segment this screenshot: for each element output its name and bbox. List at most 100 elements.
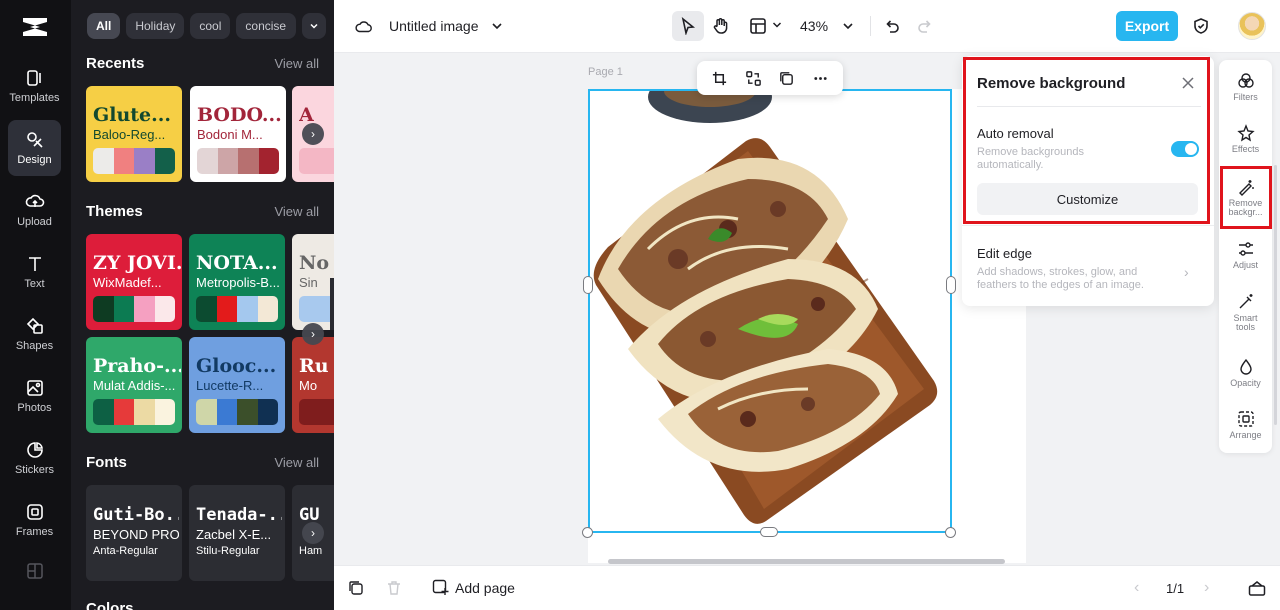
swatch [113, 399, 134, 425]
chip-cool[interactable]: cool [190, 13, 231, 39]
color-swatches [299, 148, 334, 174]
document-title[interactable]: Untitled image [389, 18, 479, 34]
swatch [93, 296, 114, 322]
avatar[interactable] [1238, 12, 1266, 40]
photos-icon [26, 380, 43, 396]
right-scrollbar[interactable] [1274, 165, 1277, 425]
filters-tool[interactable]: Filters [1219, 72, 1272, 102]
themes-card[interactable]: Glooc... Lucette-R... [189, 337, 285, 433]
rail-stickers[interactable]: Stickers [8, 430, 61, 486]
effects-icon [1236, 124, 1255, 142]
page-counter: 1/1 [1166, 581, 1185, 596]
hand-tool-button[interactable] [710, 15, 732, 37]
more-icon[interactable] [812, 70, 829, 87]
chip-holiday[interactable]: Holiday [126, 13, 185, 39]
undo-icon [886, 20, 899, 33]
swatch [93, 399, 114, 425]
fonts-card[interactable]: Guti-Bo... BEYOND PRO... Anta-Regular [86, 485, 182, 581]
rail-label: Frames [15, 526, 54, 538]
card-title: Glute... [93, 104, 171, 126]
rail-templates[interactable]: Templates [8, 58, 61, 114]
themes-card[interactable]: NOTA... Metropolis-B... [189, 234, 285, 330]
next-page-icon[interactable]: › [1204, 579, 1209, 597]
swatch [196, 296, 217, 322]
tool-label: Effects [1231, 144, 1260, 154]
duplicate-page-icon[interactable] [348, 580, 364, 596]
resize-handle-bottom[interactable] [760, 527, 778, 537]
font-sample-text: Anta-Regular [93, 545, 158, 557]
grid-icon[interactable] [27, 563, 43, 579]
fonts-card[interactable]: Tenada-... Zacbel X-E... Stilu-Regular [189, 485, 285, 581]
card-subtitle: WixMadef... [93, 275, 162, 290]
rail-text[interactable]: Text [8, 244, 61, 300]
arrange-tool[interactable]: Arrange [1219, 410, 1272, 440]
pages-panel-icon[interactable] [1248, 580, 1266, 596]
themes-title: Themes [86, 203, 143, 220]
rail-shapes[interactable]: Shapes [8, 306, 61, 362]
chevron-right-icon[interactable]: › [1184, 264, 1189, 280]
themes-card[interactable]: No Sin [292, 234, 334, 330]
zoom-level[interactable]: 43% [800, 18, 828, 34]
adjust-tool[interactable]: Adjust [1219, 240, 1272, 270]
themes-next-arrow[interactable]: › [302, 323, 324, 345]
hand-icon [713, 18, 728, 34]
swatch [154, 296, 175, 322]
rail-frames[interactable]: Frames [8, 492, 61, 548]
replace-icon[interactable] [745, 70, 762, 87]
capcut-logo-icon[interactable] [20, 14, 50, 40]
chevron-down-icon [310, 23, 318, 29]
resize-handle-right[interactable] [946, 276, 956, 294]
recents-view-all[interactable]: View all [274, 56, 319, 71]
trash-icon[interactable] [386, 580, 402, 596]
crop-icon[interactable] [711, 70, 728, 87]
effects-tool[interactable]: Effects [1219, 124, 1272, 154]
themes-view-all[interactable]: View all [274, 204, 319, 219]
resize-handle-bl[interactable] [582, 527, 593, 538]
cloud-save-icon[interactable] [354, 17, 374, 37]
swatch [299, 148, 334, 174]
rail-label: Design [17, 154, 52, 166]
themes-card[interactable]: ZY JOVI...WixMadef... [86, 234, 182, 330]
duplicate-icon[interactable] [778, 70, 795, 87]
chevron-down-icon[interactable] [489, 18, 505, 34]
rail-upload[interactable]: Upload [8, 182, 61, 238]
recents-next-arrow[interactable]: › [302, 123, 324, 145]
chevron-down-icon[interactable] [771, 19, 783, 31]
rail-label: Photos [17, 402, 52, 414]
themes-card[interactable]: Ru Mo [292, 337, 334, 433]
chip-concise[interactable]: concise [236, 13, 297, 39]
layout-button[interactable] [747, 15, 769, 37]
right-tool-rail: Filters Effects Remove backgr... Adjust … [1219, 60, 1272, 453]
templates-icon [26, 70, 41, 86]
selection-box[interactable] [588, 89, 952, 533]
recents-card[interactable]: Glute... Baloo-Reg... [86, 86, 182, 182]
add-page-button[interactable]: Add page [432, 579, 515, 596]
undo-button[interactable] [882, 16, 902, 36]
fonts-next-arrow[interactable]: › [302, 522, 324, 544]
edit-edge-label[interactable]: Edit edge [977, 246, 1032, 261]
rail-design[interactable]: Design [8, 120, 61, 176]
redo-button[interactable] [915, 16, 935, 36]
resize-handle-left[interactable] [583, 276, 593, 294]
card-title: No [299, 252, 330, 274]
swatch [217, 148, 238, 174]
resize-handle-br[interactable] [945, 527, 956, 538]
filter-chips: All Holiday cool concise [87, 13, 327, 39]
opacity-tool[interactable]: Opacity [1219, 358, 1272, 388]
chips-more-button[interactable] [302, 13, 327, 39]
font-sample-text: Tenada-... [196, 505, 282, 525]
select-tool-button[interactable] [672, 11, 704, 41]
rail-photos[interactable]: Photos [8, 368, 61, 424]
color-swatches [299, 296, 334, 322]
fonts-view-all[interactable]: View all [274, 455, 319, 470]
shield-button[interactable] [1191, 16, 1211, 36]
chip-all[interactable]: All [87, 13, 121, 39]
smart-tools-tool[interactable]: Smart tools [1219, 293, 1272, 332]
bottom-bar: Add page ‹ 1/1 › [334, 565, 1280, 610]
recents-card[interactable]: BODO... Bodoni M... [190, 86, 286, 182]
chevron-down-icon[interactable] [840, 18, 856, 34]
themes-card[interactable]: Praho-... Mulat Addis-... [86, 337, 182, 433]
export-button[interactable]: Export [1116, 11, 1178, 41]
horizontal-scrollbar[interactable] [608, 559, 1005, 564]
prev-page-icon[interactable]: ‹ [1134, 579, 1139, 597]
